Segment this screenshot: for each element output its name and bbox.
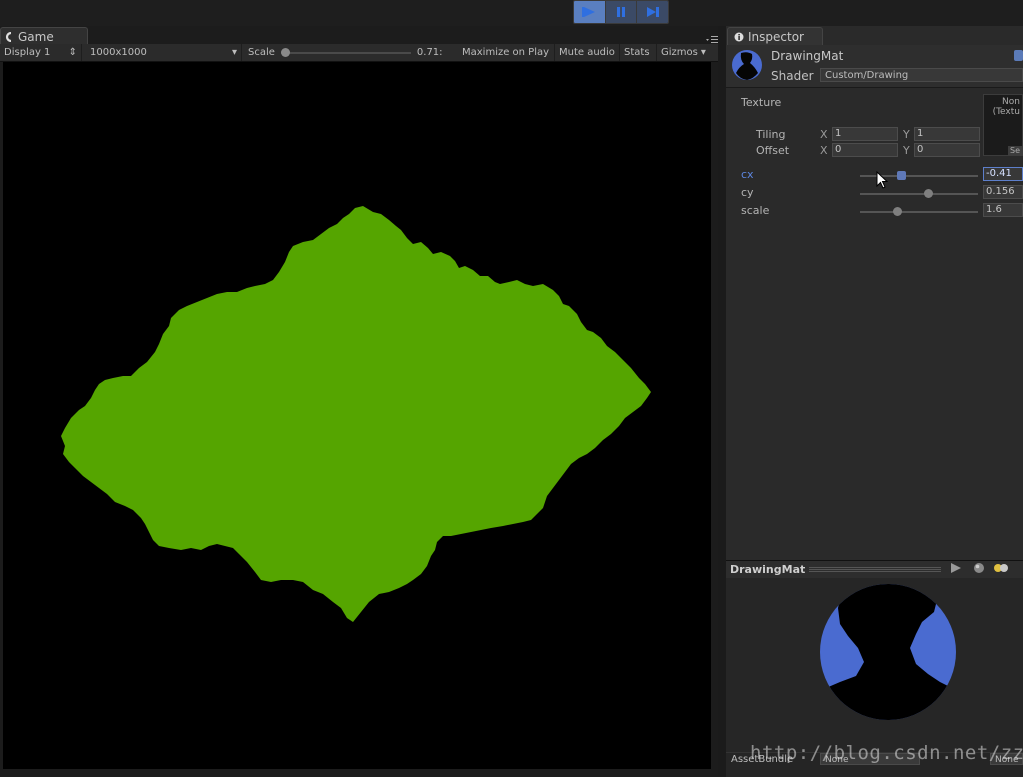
play-controls <box>573 0 669 24</box>
mute-audio-toggle[interactable]: Mute audio <box>555 44 620 61</box>
tab-game-label: Game <box>18 29 54 44</box>
play-icon <box>951 563 962 573</box>
preview-sphere <box>820 584 956 720</box>
game-viewport[interactable] <box>3 62 711 769</box>
sphere-icon <box>974 563 985 573</box>
tab-game[interactable]: Game <box>0 27 88 45</box>
scale-value: 0.71: <box>416 47 443 58</box>
mute-audio-label: Mute audio <box>559 47 615 58</box>
scale-label: Scale <box>248 47 275 58</box>
scale-slider[interactable] <box>280 47 411 57</box>
display-dropdown[interactable]: Display 1 ⇕ <box>0 44 82 61</box>
cx-label: cx <box>741 168 754 181</box>
mouse-cursor-icon <box>876 170 889 192</box>
maximize-on-play-toggle[interactable]: Maximize on Play <box>458 44 555 61</box>
chevron-down-icon: ▾ <box>231 47 237 58</box>
offset-y-axis: Y <box>903 144 910 157</box>
main-toolbar <box>0 0 1023 26</box>
tiling-x-field[interactable]: 1 <box>832 127 898 141</box>
texture-select-button[interactable]: Se <box>1008 146 1023 156</box>
preview-sphere-button[interactable] <box>973 562 985 577</box>
scale-prop-label: scale <box>741 204 770 217</box>
tab-inspector[interactable]: Inspector <box>727 27 823 45</box>
info-icon <box>734 32 744 41</box>
cy-slider[interactable] <box>860 193 978 195</box>
tiling-x-axis: X <box>820 128 828 141</box>
pause-button[interactable] <box>605 1 638 23</box>
material-name: DrawingMat <box>771 49 844 63</box>
offset-x-field[interactable]: 0 <box>832 143 898 157</box>
lights-icon <box>994 564 1009 572</box>
material-sphere-icon <box>731 49 763 81</box>
scale-slider-knob[interactable] <box>280 47 290 57</box>
cx-value-field[interactable]: -0.41 <box>983 167 1023 181</box>
panel-divider[interactable] <box>718 26 726 776</box>
stats-label: Stats <box>624 47 650 58</box>
texture-label: Texture <box>741 96 782 109</box>
cy-value-field[interactable]: 0.156 <box>983 185 1023 199</box>
shader-label: Shader <box>771 69 814 83</box>
step-button[interactable] <box>637 1 668 23</box>
texture-slot-text: Non (Textu <box>992 97 1020 117</box>
game-view-icon <box>5 31 12 42</box>
game-toolbar: Display 1 ⇕ 1000x1000 ▾ Scale 0.71: Maxi… <box>0 44 718 62</box>
cy-label: cy <box>741 186 754 199</box>
scale-prop-slider-knob[interactable] <box>892 207 902 216</box>
chevron-down-icon: ▾ <box>700 47 706 58</box>
resolution-dropdown[interactable]: 1000x1000 ▾ <box>82 44 242 61</box>
cx-slider-knob[interactable] <box>897 171 907 180</box>
scale-prop-value-field[interactable]: 1.6 <box>983 203 1023 217</box>
scale-prop-slider[interactable] <box>860 211 978 213</box>
tiling-y-field[interactable]: 1 <box>914 127 980 141</box>
preview-header: DrawingMat <box>726 560 1023 578</box>
offset-y-field[interactable]: 0 <box>914 143 980 157</box>
scale-control: Scale 0.71: <box>242 44 458 61</box>
settings-icon[interactable] <box>1014 50 1023 61</box>
preview-lights-button[interactable] <box>993 562 1009 577</box>
play-button[interactable] <box>574 1 606 23</box>
stats-toggle[interactable]: Stats <box>620 44 657 61</box>
gizmos-dropdown[interactable]: Gizmos ▾ <box>657 44 714 61</box>
offset-x-axis: X <box>820 144 828 157</box>
preview-drag-handle[interactable] <box>809 567 942 572</box>
watermark: http://blog.csdn.net/zzlyw <box>750 742 1023 764</box>
julia-fractal <box>61 206 651 622</box>
tiling-y-axis: Y <box>903 128 910 141</box>
pause-icon <box>617 7 625 17</box>
gizmos-label: Gizmos <box>661 47 698 58</box>
maximize-on-play-label: Maximize on Play <box>462 47 550 58</box>
material-preview[interactable] <box>726 578 1023 756</box>
resolution-value: 1000x1000 <box>90 47 147 58</box>
preview-play-button[interactable] <box>949 562 963 577</box>
step-icon <box>646 7 659 17</box>
shader-dropdown[interactable]: Custom/Drawing <box>820 68 1023 82</box>
play-icon <box>582 7 596 17</box>
tab-inspector-label: Inspector <box>748 29 804 44</box>
display-value: Display 1 <box>4 47 51 58</box>
offset-label: Offset <box>756 144 790 157</box>
tiling-label: Tiling <box>756 128 786 141</box>
preview-title: DrawingMat <box>730 563 806 576</box>
chevron-updown-icon: ⇕ <box>68 47 77 58</box>
panel-menu-icon[interactable] <box>705 34 719 44</box>
